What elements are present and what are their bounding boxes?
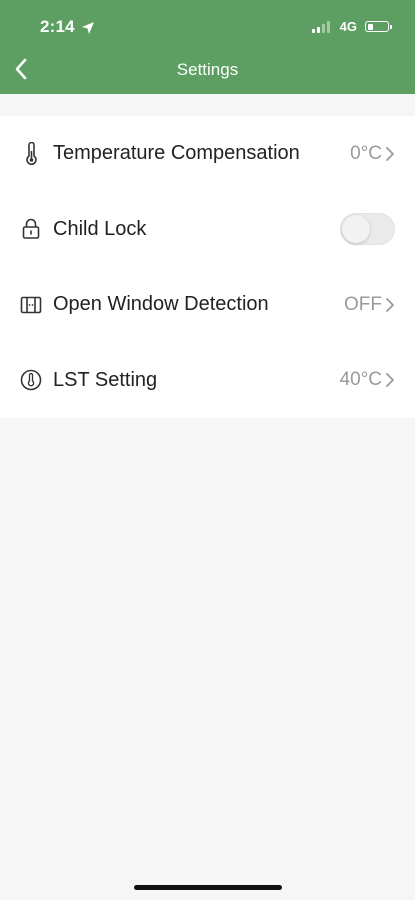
setting-row-open-window-detection[interactable]: Open Window Detection OFF bbox=[0, 267, 415, 343]
setting-value: 40°C bbox=[339, 369, 382, 391]
battery-icon bbox=[365, 21, 392, 32]
child-lock-toggle[interactable] bbox=[340, 213, 395, 246]
window-icon bbox=[20, 294, 42, 316]
app-header: 2:14 4G Settings bbox=[0, 0, 415, 94]
setting-row-child-lock: Child Lock bbox=[0, 192, 415, 268]
setting-value-group: 40°C bbox=[340, 369, 395, 391]
network-type: 4G bbox=[339, 19, 357, 34]
settings-list: Temperature Compensation 0°C Child Lock bbox=[0, 116, 415, 418]
thermometer-icon bbox=[20, 141, 42, 165]
battery-level-fill bbox=[367, 23, 373, 30]
status-bar-right: 4G bbox=[311, 19, 392, 34]
chevron-right-icon bbox=[385, 297, 395, 313]
setting-label: Child Lock bbox=[53, 217, 147, 240]
setting-value: 0°C bbox=[350, 142, 382, 164]
chevron-right-icon bbox=[385, 372, 395, 388]
setting-label: Temperature Compensation bbox=[53, 142, 300, 165]
thermometer-circle-icon bbox=[20, 369, 42, 391]
setting-value-group: OFF bbox=[344, 294, 395, 316]
location-arrow-icon bbox=[81, 20, 95, 34]
setting-value: OFF bbox=[344, 293, 382, 315]
setting-row-temperature-compensation[interactable]: Temperature Compensation 0°C bbox=[0, 116, 415, 192]
status-time: 2:14 bbox=[40, 17, 75, 36]
setting-row-lst-setting[interactable]: LST Setting 40°C bbox=[0, 343, 415, 419]
chevron-right-icon bbox=[385, 146, 395, 162]
home-indicator[interactable] bbox=[134, 885, 282, 890]
setting-label: Open Window Detection bbox=[53, 293, 269, 316]
page-title: Settings bbox=[176, 60, 239, 79]
toggle-knob bbox=[342, 215, 370, 244]
status-bar-time-group: 2:14 bbox=[40, 17, 95, 37]
lock-icon bbox=[20, 218, 42, 240]
cellular-signal-icon bbox=[311, 20, 332, 33]
setting-label: LST Setting bbox=[53, 368, 158, 391]
setting-value-group: 0°C bbox=[350, 143, 395, 165]
